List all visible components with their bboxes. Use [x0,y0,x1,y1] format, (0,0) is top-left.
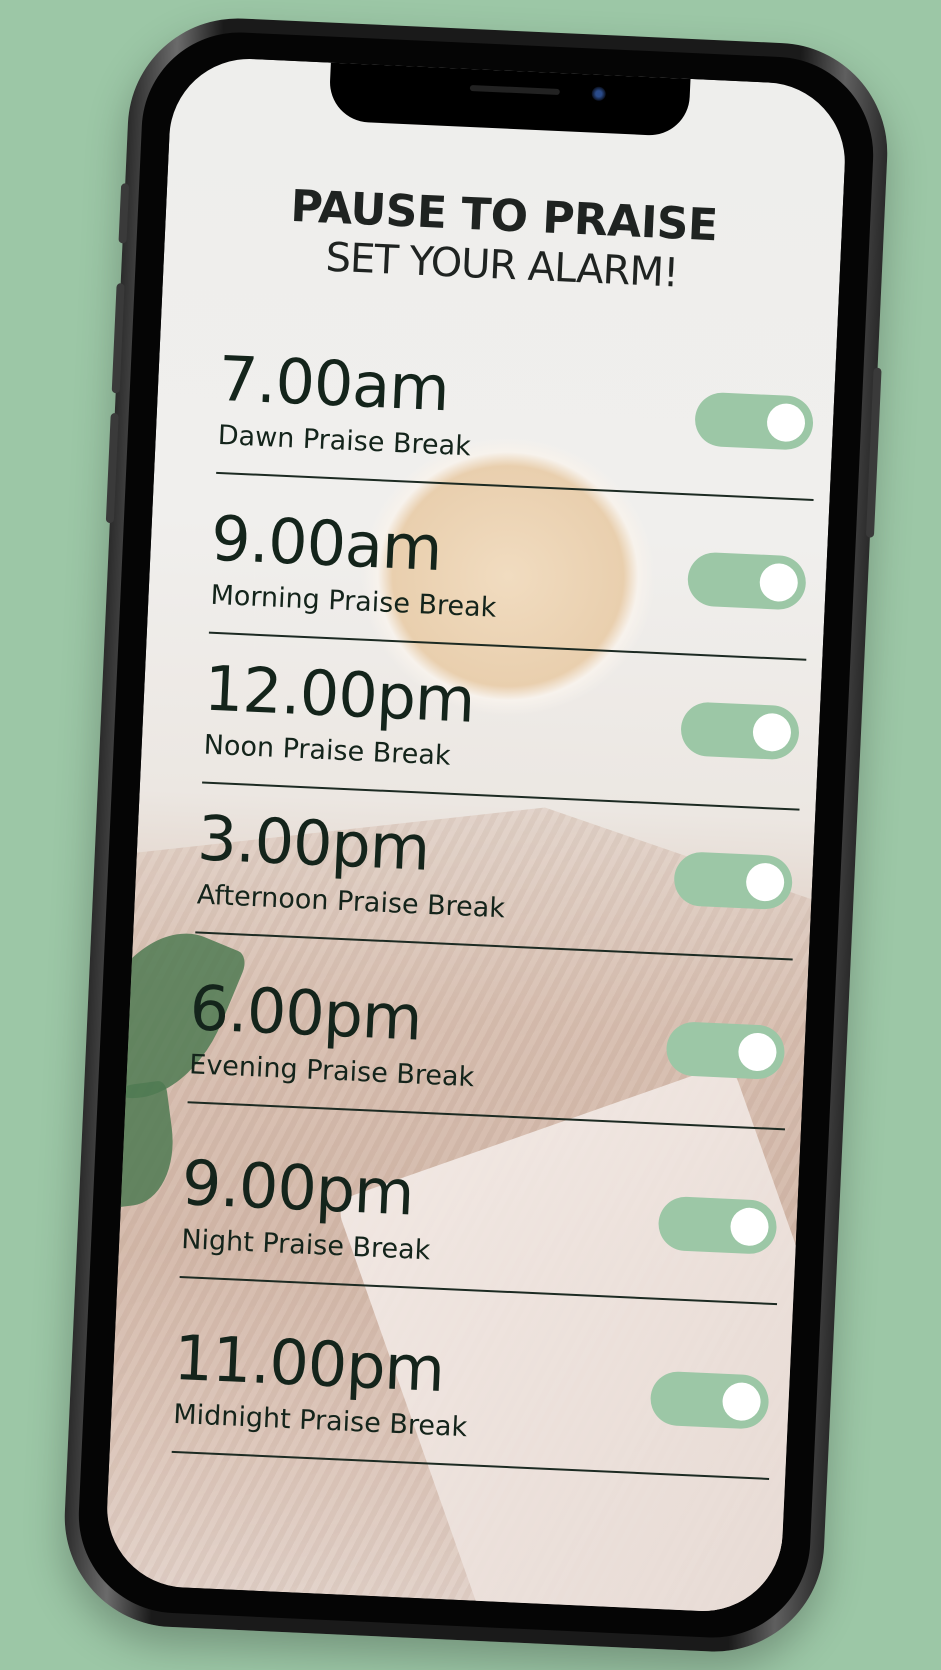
side-button-volume-down [105,412,119,524]
divider [187,1101,786,1131]
phone-frame: PAUSE TO PRAISE SET YOUR ALARM! 7.00am D… [59,13,893,1657]
alarm-row-afternoon: 3.00pm Afternoon Praise Break [192,801,798,984]
alarm-toggle-morning[interactable] [686,551,807,611]
side-button-power [865,367,882,538]
alarm-toggle-midnight[interactable] [649,1370,770,1430]
alarm-time: 7.00am [216,341,451,426]
mockup-stage: PAUSE TO PRAISE SET YOUR ALARM! 7.00am D… [0,0,941,1670]
alarm-label: Night Praise Break [180,1224,431,1267]
alarm-row-night: 9.00pm Night Praise Break [177,1146,783,1329]
alarm-label: Dawn Praise Break [217,419,472,463]
alarm-screen: PAUSE TO PRAISE SET YOUR ALARM! 7.00am D… [104,55,849,1614]
alarm-label: Afternoon Praise Break [196,879,506,925]
alarm-row-evening: 6.00pm Evening Praise Break [184,971,790,1154]
toggle-knob [758,562,799,603]
divider [216,471,814,501]
alarm-time: 12.00pm [202,651,477,737]
divider [195,931,793,961]
alarm-time: 9.00am [209,501,444,586]
divider [179,1276,778,1306]
alarm-toggle-dawn[interactable] [693,391,815,451]
alarm-toggle-evening[interactable] [665,1020,786,1081]
side-button-silent [118,183,130,244]
side-button-volume-up [111,283,125,394]
alarm-label: Morning Praise Break [209,579,497,624]
alarm-toggle-night[interactable] [657,1195,778,1256]
camera-icon [591,86,607,102]
alarm-toggle-afternoon[interactable] [673,851,794,911]
toggle-knob [737,1032,778,1072]
alarm-time: 6.00pm [188,971,424,1055]
toggle-knob [752,712,792,753]
divider [171,1450,770,1480]
speaker-grille [469,84,560,96]
alarm-row-midnight: 11.00pm Midnight Praise Break [169,1320,775,1504]
alarm-label: Evening Praise Break [188,1049,475,1094]
phone-bezel: PAUSE TO PRAISE SET YOUR ALARM! 7.00am D… [74,28,878,1642]
toggle-knob [745,862,786,903]
toggle-knob [721,1381,762,1422]
alarm-row-dawn: 7.00am Dawn Praise Break [213,341,819,525]
phone-screen: PAUSE TO PRAISE SET YOUR ALARM! 7.00am D… [103,55,849,1615]
alarm-time: 9.00pm [180,1146,416,1230]
alarm-label: Midnight Praise Break [172,1398,468,1444]
alarm-toggle-noon[interactable] [679,701,801,761]
toggle-knob [766,402,806,443]
alarm-time: 11.00pm [172,1320,446,1407]
alarm-label: Noon Praise Break [203,729,452,772]
toggle-knob [729,1206,770,1247]
alarm-time: 3.00pm [195,801,431,885]
